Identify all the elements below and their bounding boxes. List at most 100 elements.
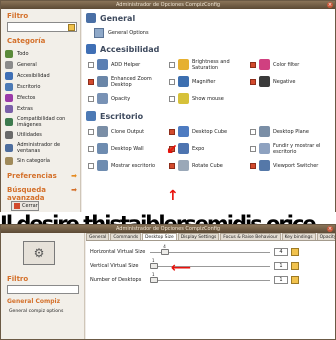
category-accessibility[interactable]: Accesibilidad	[1, 70, 80, 81]
reset-icon[interactable]	[291, 276, 299, 284]
plugin-item[interactable]: Mostrar escritorio	[88, 159, 169, 172]
plugin-item[interactable]: Show mouse	[169, 92, 250, 105]
plugin-item[interactable]: Opacity	[88, 92, 169, 105]
preferences-link[interactable]: Preferencias ➡	[7, 172, 77, 180]
setting-slider[interactable]: 1	[150, 258, 270, 269]
category-window-manager[interactable]: Administrador de ventanas	[1, 140, 80, 155]
category-label-text: Efectos	[17, 94, 36, 101]
category-label-text: General	[17, 61, 37, 68]
plugin-checkbox[interactable]	[169, 78, 175, 85]
plugin-item[interactable]: Desktop Wall	[88, 142, 169, 155]
plugin-checkbox[interactable]	[88, 145, 94, 152]
plugin-item[interactable]: Desktop Cube	[169, 125, 250, 138]
accessibility-icon	[5, 71, 13, 80]
arrow-right-icon: ➡	[71, 172, 77, 180]
window-titlebar[interactable]: Administrador de Opciones CompizConfig ×	[1, 225, 335, 233]
category-all[interactable]: Todo	[1, 48, 80, 59]
setting-label: Number of Desktops	[90, 277, 142, 283]
tab[interactable]: Desktop Size	[142, 233, 177, 240]
plugin-item[interactable]: ADD Helper	[88, 58, 169, 71]
compizconfig-window-general: Administrador de Opciones CompizConfig ×…	[0, 224, 336, 340]
category-utilities[interactable]: Utilidades	[1, 129, 80, 140]
slider-value: 1	[152, 272, 155, 277]
slider-thumb[interactable]	[150, 263, 158, 269]
plugin-title: General Compiz	[7, 298, 61, 305]
plugin-label: ADD Helper	[111, 61, 141, 68]
plugin-checkbox[interactable]	[250, 78, 256, 85]
category-general[interactable]: General	[1, 59, 80, 70]
reset-icon[interactable]	[291, 262, 299, 270]
annotation-arrow-icon: ↑	[167, 188, 179, 204]
category-effects[interactable]: Efectos	[1, 92, 80, 103]
category-desktop[interactable]: Escritorio	[1, 81, 80, 92]
setting-slider[interactable]: 4	[150, 244, 270, 255]
slider-thumb[interactable]	[150, 277, 158, 283]
plugin-checkbox[interactable]	[250, 162, 256, 169]
plugin-item[interactable]: Negative	[250, 75, 331, 88]
plugin-item[interactable]: Viewport Switcher	[250, 159, 331, 172]
close-window-icon[interactable]: ×	[327, 2, 333, 8]
plugin-checkbox[interactable]	[169, 128, 175, 135]
slider-thumb[interactable]	[161, 249, 170, 255]
plugin-item[interactable]: Rotate Cube	[169, 159, 250, 172]
tab[interactable]: Display Settings	[177, 233, 220, 240]
category-uncategorized[interactable]: Sin categoría	[1, 155, 80, 166]
tab[interactable]: General	[86, 233, 110, 240]
tab[interactable]: Focus & Raise Behaviour	[220, 233, 281, 240]
clear-filter-icon[interactable]	[68, 24, 75, 31]
plugin-checkbox[interactable]	[169, 61, 175, 68]
plugin-item[interactable]: Expo	[169, 142, 250, 155]
plugin-checkbox[interactable]	[250, 128, 256, 135]
annotation-arrow-icon: ↙	[166, 142, 178, 158]
category-label-text: Escritorio	[17, 83, 41, 90]
plugin-label: Desktop Wall	[111, 145, 144, 152]
filter-input[interactable]	[7, 22, 77, 32]
tab[interactable]: Commands	[110, 233, 142, 240]
value-spinner[interactable]: 4	[274, 248, 288, 256]
plugin-label: Negative	[273, 78, 296, 85]
slider-track	[150, 266, 270, 267]
plugin-icon	[259, 160, 270, 171]
plugin-checkbox[interactable]	[169, 162, 175, 169]
plugin-item[interactable]: Enhanced Zoom Desktop	[88, 75, 169, 88]
general-options-item[interactable]: General Options	[94, 27, 331, 39]
value-spinner[interactable]: 1	[274, 262, 288, 270]
plugin-item[interactable]: Color filter	[250, 58, 331, 71]
section-title: General	[100, 13, 136, 23]
plugin-item[interactable]: Magnifier	[169, 75, 250, 88]
setting-row: Number of Desktops 1 1	[90, 272, 331, 287]
plugin-checkbox[interactable]	[88, 128, 94, 135]
plugin-checkbox[interactable]	[169, 95, 175, 102]
section-title: Escritorio	[100, 111, 144, 121]
plugin-label: Clone Output	[111, 128, 145, 135]
plugin-item[interactable]: Brightness and Saturation	[169, 58, 250, 71]
plugin-checkbox[interactable]	[88, 162, 94, 169]
plugin-checkbox[interactable]	[88, 95, 94, 102]
window-titlebar[interactable]: Administrador de Opciones CompizConfig ×	[1, 1, 335, 9]
plugin-checkbox[interactable]	[88, 61, 94, 68]
value-spinner[interactable]: 1	[274, 276, 288, 284]
plugin-item[interactable]: Desktop Plane	[250, 125, 331, 138]
close-button[interactable]: Cerrar	[11, 201, 39, 211]
setting-slider[interactable]: 1	[150, 272, 270, 283]
plugin-label: Fundir y mostrar el escritorio	[273, 142, 321, 155]
plugin-checkbox[interactable]	[250, 61, 256, 68]
tab[interactable]: Opacity Settings	[316, 233, 335, 240]
close-window-icon[interactable]: ×	[327, 226, 333, 232]
category-extras[interactable]: Extras	[1, 103, 80, 114]
filter-input[interactable]	[7, 285, 79, 294]
tab[interactable]: Key bindings	[281, 233, 316, 240]
advanced-search-link[interactable]: Búsqueda avanzada ➡	[7, 186, 77, 202]
category-image-compat[interactable]: Compatibilidad con imágenes	[1, 114, 80, 129]
general-icon	[5, 60, 13, 69]
desktop-plugins: Clone Output Desktop Cube Desktop Plane Des…	[88, 125, 331, 172]
plugin-item[interactable]: Clone Output	[88, 125, 169, 138]
plugin-item[interactable]: Fundir y mostrar el escritorio	[250, 142, 331, 155]
category-label-text: Compatibilidad con imágenes	[17, 115, 66, 128]
section-general: General	[86, 13, 331, 23]
category-label-text: Todo	[17, 50, 29, 57]
plugin-label: Enhanced Zoom Desktop	[111, 75, 152, 88]
plugin-checkbox[interactable]	[88, 78, 94, 85]
plugin-checkbox[interactable]	[250, 145, 256, 152]
reset-icon[interactable]	[291, 248, 299, 256]
